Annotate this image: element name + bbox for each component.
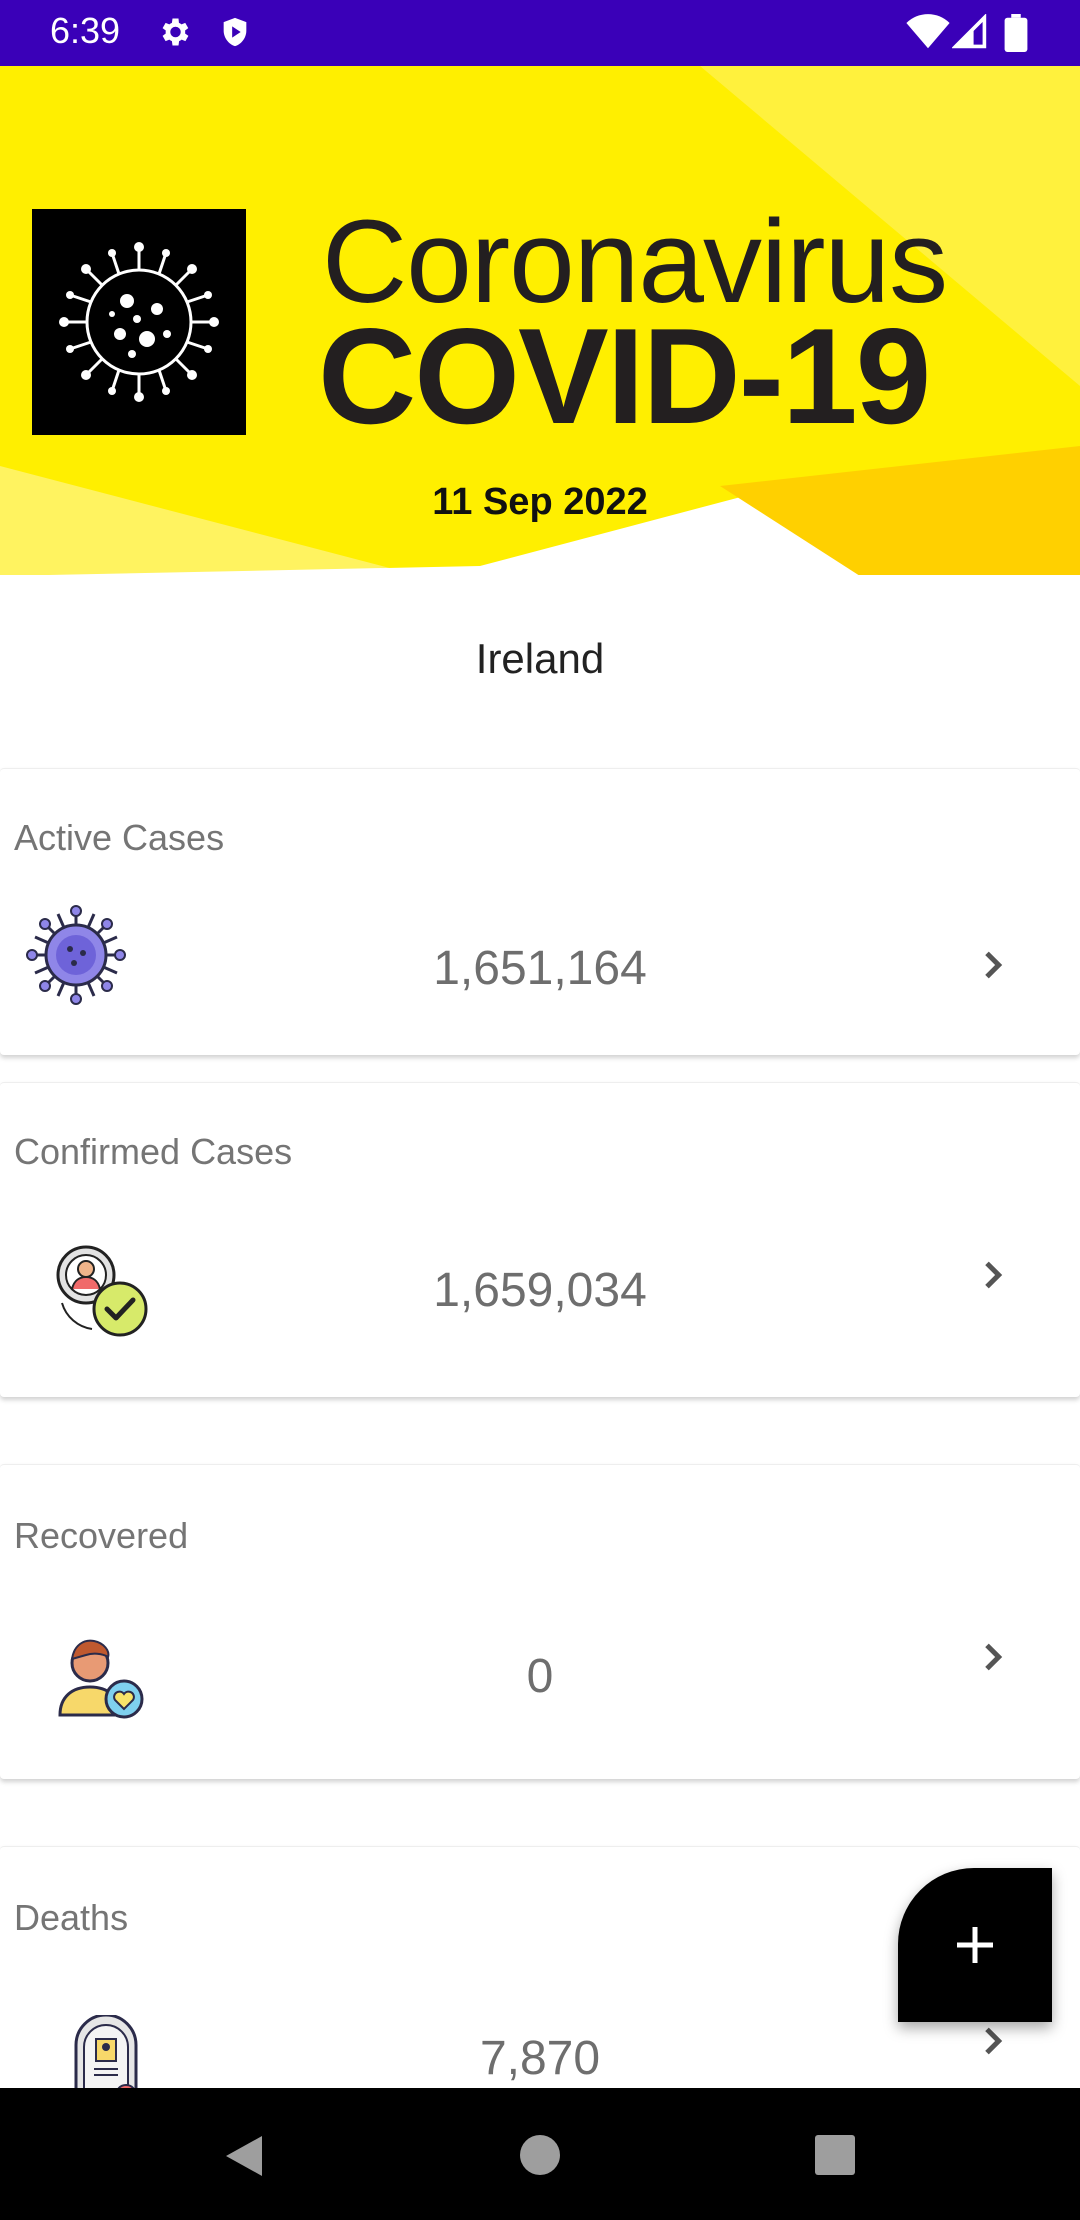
recents-icon[interactable] [813,2133,857,2182]
recovered-value: 0 [526,1650,554,1703]
status-bar: 6:39 [0,0,1080,66]
status-time: 6:39 [50,10,121,51]
chevron-right-icon[interactable] [972,1255,1012,1300]
report-date: 11 Sep 2022 [432,481,648,523]
card-label: Active Cases [14,817,225,858]
active-cases-card[interactable]: Active Cases 1,651,164 [0,768,1080,1055]
navigation-bar [0,2088,1080,2220]
covid-banner: Coronavirus COVID-19 11 Sep 2022 [0,66,1080,576]
home-icon[interactable] [518,2133,562,2182]
banner-title-line2: COVID-19 [318,300,931,452]
recovered-card[interactable]: Recovered 0 [0,1464,1080,1779]
virus-logo [32,209,246,435]
back-icon[interactable] [222,2132,266,2185]
plus-icon [951,1921,999,1974]
card-label: Deaths [14,1897,129,1938]
add-button[interactable] [898,1868,1052,2022]
confirmed-cases-value: 1,659,034 [433,1264,647,1317]
card-label: Confirmed Cases [14,1131,293,1172]
settings-icon [156,14,192,55]
active-cases-value: 1,651,164 [433,942,647,995]
chevron-right-icon[interactable] [972,1637,1012,1682]
deaths-value: 7,870 [479,2032,601,2085]
chevron-right-icon[interactable] [972,2021,1012,2066]
confirmed-cases-card[interactable]: Confirmed Cases 1,659,034 [0,1082,1080,1397]
chevron-right-icon[interactable] [972,945,1012,990]
card-label: Recovered [14,1515,189,1556]
battery-icon [1004,14,1028,57]
shield-icon [218,14,252,55]
signal-icon [951,13,988,55]
country-name: Ireland [475,635,605,682]
country-panel: Ireland [0,575,1080,765]
wifi-icon [906,14,950,55]
